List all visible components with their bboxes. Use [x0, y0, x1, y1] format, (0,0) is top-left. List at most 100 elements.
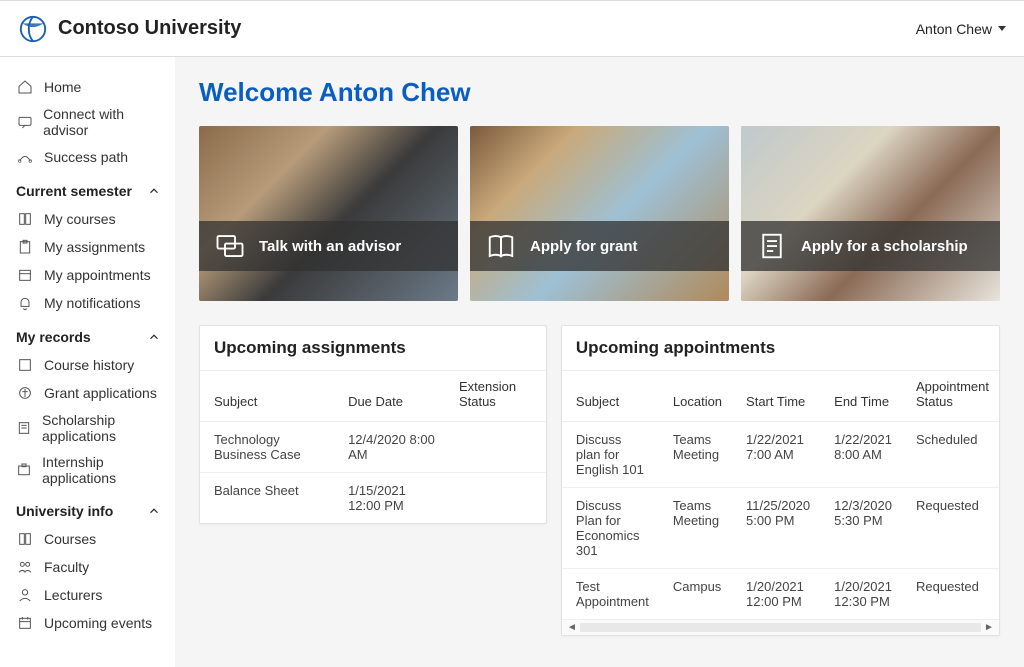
sidebar-item-faculty[interactable]: Faculty	[16, 553, 167, 581]
book-icon	[16, 530, 34, 548]
sidebar-item-label: My assignments	[44, 239, 145, 255]
assignment-due: 12/4/2020 8:00 AM	[334, 422, 445, 473]
sidebar-item-success-path[interactable]: Success path	[16, 143, 167, 171]
home-icon	[16, 78, 34, 96]
sidebar-item-label: Connect with advisor	[43, 106, 167, 138]
table-row[interactable]: Balance Sheet 1/15/2021 12:00 PM	[200, 473, 546, 524]
sidebar-item-label: Courses	[44, 531, 96, 547]
user-menu[interactable]: Anton Chew	[916, 21, 1006, 37]
table-header[interactable]: Subject	[200, 371, 334, 422]
hero-card-apply-scholarship[interactable]: Apply for a scholarship	[741, 126, 1000, 301]
internship-icon	[16, 461, 32, 479]
sidebar-item-label: My courses	[44, 211, 116, 227]
welcome-heading: Welcome Anton Chew	[199, 77, 1000, 108]
appt-location: Campus	[659, 569, 732, 620]
sidebar-item-label: Course history	[44, 357, 134, 373]
sidebar-section-current-semester[interactable]: Current semester	[16, 183, 167, 199]
book-icon	[16, 210, 34, 228]
sidebar-item-courses[interactable]: Courses	[16, 525, 167, 553]
brand-name: Contoso University	[58, 17, 241, 40]
appt-start: 1/22/2021 7:00 AM	[732, 422, 820, 488]
section-title: My records	[16, 329, 91, 345]
sidebar-item-my-assignments[interactable]: My assignments	[16, 233, 167, 261]
path-icon	[16, 148, 34, 166]
sidebar-item-grant-applications[interactable]: Grant applications	[16, 379, 167, 407]
assignments-table: Subject Due Date Extension Status Techno…	[200, 370, 546, 523]
clipboard-icon	[16, 238, 34, 256]
scholarship-icon	[16, 419, 32, 437]
assignment-subject: Balance Sheet	[200, 473, 334, 524]
hero-card-image	[741, 126, 1000, 301]
table-header[interactable]: Appointment Status	[902, 371, 999, 422]
hero-cards: Talk with an advisor Apply for grant App…	[199, 126, 1000, 301]
table-header[interactable]: Subject	[562, 371, 659, 422]
appt-end: 1/22/2021 8:00 AM	[820, 422, 902, 488]
appt-status: Requested	[902, 488, 999, 569]
history-icon	[16, 356, 34, 374]
grant-icon	[16, 384, 34, 402]
user-name: Anton Chew	[916, 21, 992, 37]
table-header[interactable]: Extension Status	[445, 371, 546, 422]
section-title: Current semester	[16, 183, 132, 199]
sidebar-item-my-notifications[interactable]: My notifications	[16, 289, 167, 317]
sidebar-item-upcoming-events[interactable]: Upcoming events	[16, 609, 167, 637]
hero-card-overlay: Apply for a scholarship	[741, 221, 1000, 271]
sidebar-item-my-courses[interactable]: My courses	[16, 205, 167, 233]
horizontal-scrollbar[interactable]: ◄ ►	[562, 619, 999, 635]
appt-location: Teams Meeting	[659, 422, 732, 488]
appt-subject: Discuss plan for English 101	[562, 422, 659, 488]
appt-location: Teams Meeting	[659, 488, 732, 569]
sidebar-item-label: Upcoming events	[44, 615, 152, 631]
book-open-icon	[486, 231, 516, 261]
scroll-left-icon[interactable]: ◄	[566, 622, 578, 634]
scroll-track[interactable]	[580, 623, 981, 632]
table-row[interactable]: Test Appointment Campus 1/20/2021 12:00 …	[562, 569, 999, 620]
hero-card-label: Talk with an advisor	[259, 238, 401, 255]
sidebar-item-internship-applications[interactable]: Internship applications	[16, 449, 167, 491]
appt-subject: Test Appointment	[562, 569, 659, 620]
chevron-up-icon	[147, 184, 161, 198]
hero-card-apply-grant[interactable]: Apply for grant	[470, 126, 729, 301]
table-row[interactable]: Discuss plan for English 101 Teams Meeti…	[562, 422, 999, 488]
assignment-due: 1/15/2021 12:00 PM	[334, 473, 445, 524]
talk-icon	[215, 231, 245, 261]
sidebar-item-my-appointments[interactable]: My appointments	[16, 261, 167, 289]
sidebar-item-label: Faculty	[44, 559, 89, 575]
sidebar-item-lecturers[interactable]: Lecturers	[16, 581, 167, 609]
table-header[interactable]: Location	[659, 371, 732, 422]
hero-card-image	[199, 126, 458, 301]
sidebar-item-label: Lecturers	[44, 587, 102, 603]
assignments-panel: Upcoming assignments Subject Due Date Ex…	[199, 325, 547, 524]
table-header[interactable]: End Time	[820, 371, 902, 422]
main-content: Welcome Anton Chew Talk with an advisor …	[175, 57, 1024, 667]
table-header[interactable]: Start Time	[732, 371, 820, 422]
chevron-up-icon	[147, 504, 161, 518]
sidebar: Home Connect with advisor Success path C…	[0, 57, 175, 667]
table-row[interactable]: Technology Business Case 12/4/2020 8:00 …	[200, 422, 546, 473]
table-header[interactable]: Due Date	[334, 371, 445, 422]
scroll-right-icon[interactable]: ►	[983, 622, 995, 634]
caret-down-icon	[998, 26, 1006, 31]
hero-card-label: Apply for a scholarship	[801, 238, 968, 255]
bell-icon	[16, 294, 34, 312]
hero-card-overlay: Talk with an advisor	[199, 221, 458, 271]
appt-end: 12/3/2020 5:30 PM	[820, 488, 902, 569]
sidebar-section-my-records[interactable]: My records	[16, 329, 167, 345]
sidebar-item-label: Internship applications	[42, 454, 167, 486]
sidebar-item-connect-advisor[interactable]: Connect with advisor	[16, 101, 167, 143]
appt-end: 1/20/2021 12:30 PM	[820, 569, 902, 620]
hero-card-image	[470, 126, 729, 301]
assignment-ext	[445, 422, 546, 473]
sidebar-item-label: My appointments	[44, 267, 151, 283]
table-row[interactable]: Discuss Plan for Economics 301 Teams Mee…	[562, 488, 999, 569]
sidebar-item-scholarship-applications[interactable]: Scholarship applications	[16, 407, 167, 449]
document-icon	[757, 231, 787, 261]
sidebar-section-university-info[interactable]: University info	[16, 503, 167, 519]
sidebar-item-home[interactable]: Home	[16, 73, 167, 101]
chat-icon	[16, 113, 33, 131]
appt-start: 1/20/2021 12:00 PM	[732, 569, 820, 620]
hero-card-talk-advisor[interactable]: Talk with an advisor	[199, 126, 458, 301]
sidebar-item-course-history[interactable]: Course history	[16, 351, 167, 379]
appt-status: Requested	[902, 569, 999, 620]
brand[interactable]: Contoso University	[18, 14, 241, 44]
